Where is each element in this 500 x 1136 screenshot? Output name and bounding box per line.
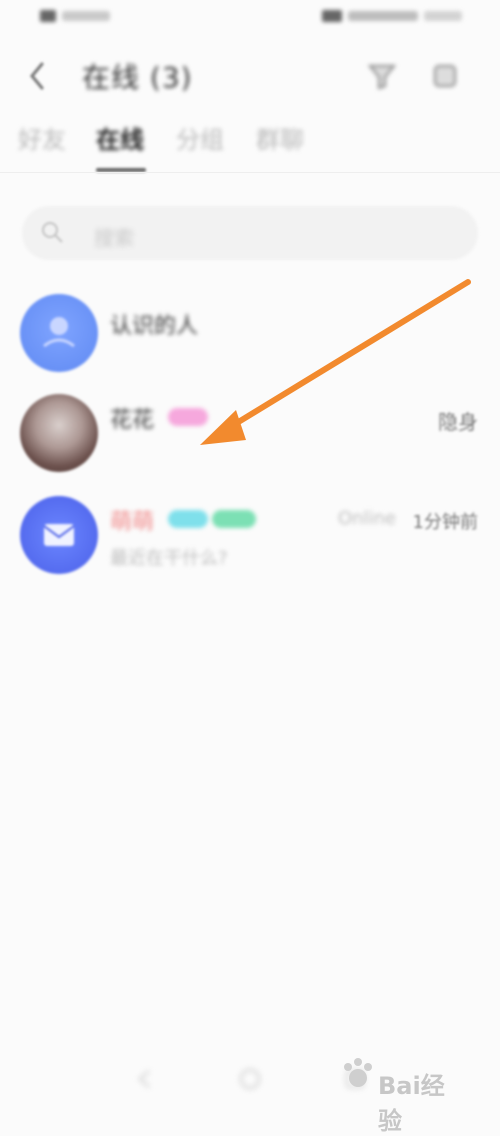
list-item[interactable]: 花花 隐身 xyxy=(0,388,500,484)
tab-online[interactable]: 在线 xyxy=(96,120,144,155)
list-item[interactable]: 认识的人 xyxy=(0,288,500,384)
funnel-icon xyxy=(367,65,397,90)
settings-button[interactable] xyxy=(425,56,465,96)
signal-icon xyxy=(40,10,56,22)
contact-name: 认识的人 xyxy=(110,314,199,339)
back-icon xyxy=(138,1070,150,1088)
online-label: Online xyxy=(337,508,396,529)
avatar xyxy=(20,496,98,574)
header: 在线 (3) xyxy=(0,40,500,110)
tag-badge xyxy=(168,510,208,528)
last-active-time: 1分钟前 xyxy=(412,512,478,533)
mail-icon xyxy=(43,524,75,546)
tag-badge xyxy=(168,408,208,426)
contact-name: 萌萌 xyxy=(110,510,155,535)
last-message: 最近在干什么? xyxy=(110,548,228,569)
avatar xyxy=(20,294,98,372)
search-icon xyxy=(42,222,63,243)
chevron-left-icon xyxy=(30,62,44,90)
nav-home-button[interactable] xyxy=(237,1066,263,1092)
status-bar xyxy=(0,0,500,34)
nav-back-button[interactable] xyxy=(132,1066,158,1092)
paw-icon xyxy=(344,1058,372,1087)
home-icon xyxy=(240,1069,260,1089)
avatar xyxy=(20,394,98,472)
filter-button[interactable] xyxy=(362,56,402,96)
watermark-text: Bai经验 xyxy=(378,1072,445,1135)
user-icon xyxy=(43,317,75,348)
divider xyxy=(0,172,500,173)
back-button[interactable] xyxy=(18,56,58,96)
network-indicator xyxy=(62,11,110,21)
tab-chats[interactable]: 群聊 xyxy=(256,120,304,155)
status-indicators xyxy=(348,11,418,21)
tabs-bar: 好友 在线 分组 群聊 xyxy=(0,112,500,172)
clock xyxy=(424,11,462,21)
status-right xyxy=(322,8,462,24)
tag-badge xyxy=(212,510,256,528)
search-placeholder: 搜索 xyxy=(94,226,134,250)
search-input[interactable]: 搜索 xyxy=(22,206,478,260)
page-title: 在线 (3) xyxy=(82,61,193,94)
gear-icon xyxy=(434,65,456,87)
watermark: Bai经验 xyxy=(338,1054,468,1135)
battery-icon xyxy=(322,10,342,22)
contact-name: 花花 xyxy=(110,408,155,433)
tab-friends[interactable]: 好友 xyxy=(18,120,66,155)
status-left xyxy=(40,8,112,24)
status-text: 隐身 xyxy=(438,410,478,434)
list-item[interactable]: 萌萌 Online 1分钟前 最近在干什么? xyxy=(0,490,500,586)
tab-groups[interactable]: 分组 xyxy=(176,120,224,155)
